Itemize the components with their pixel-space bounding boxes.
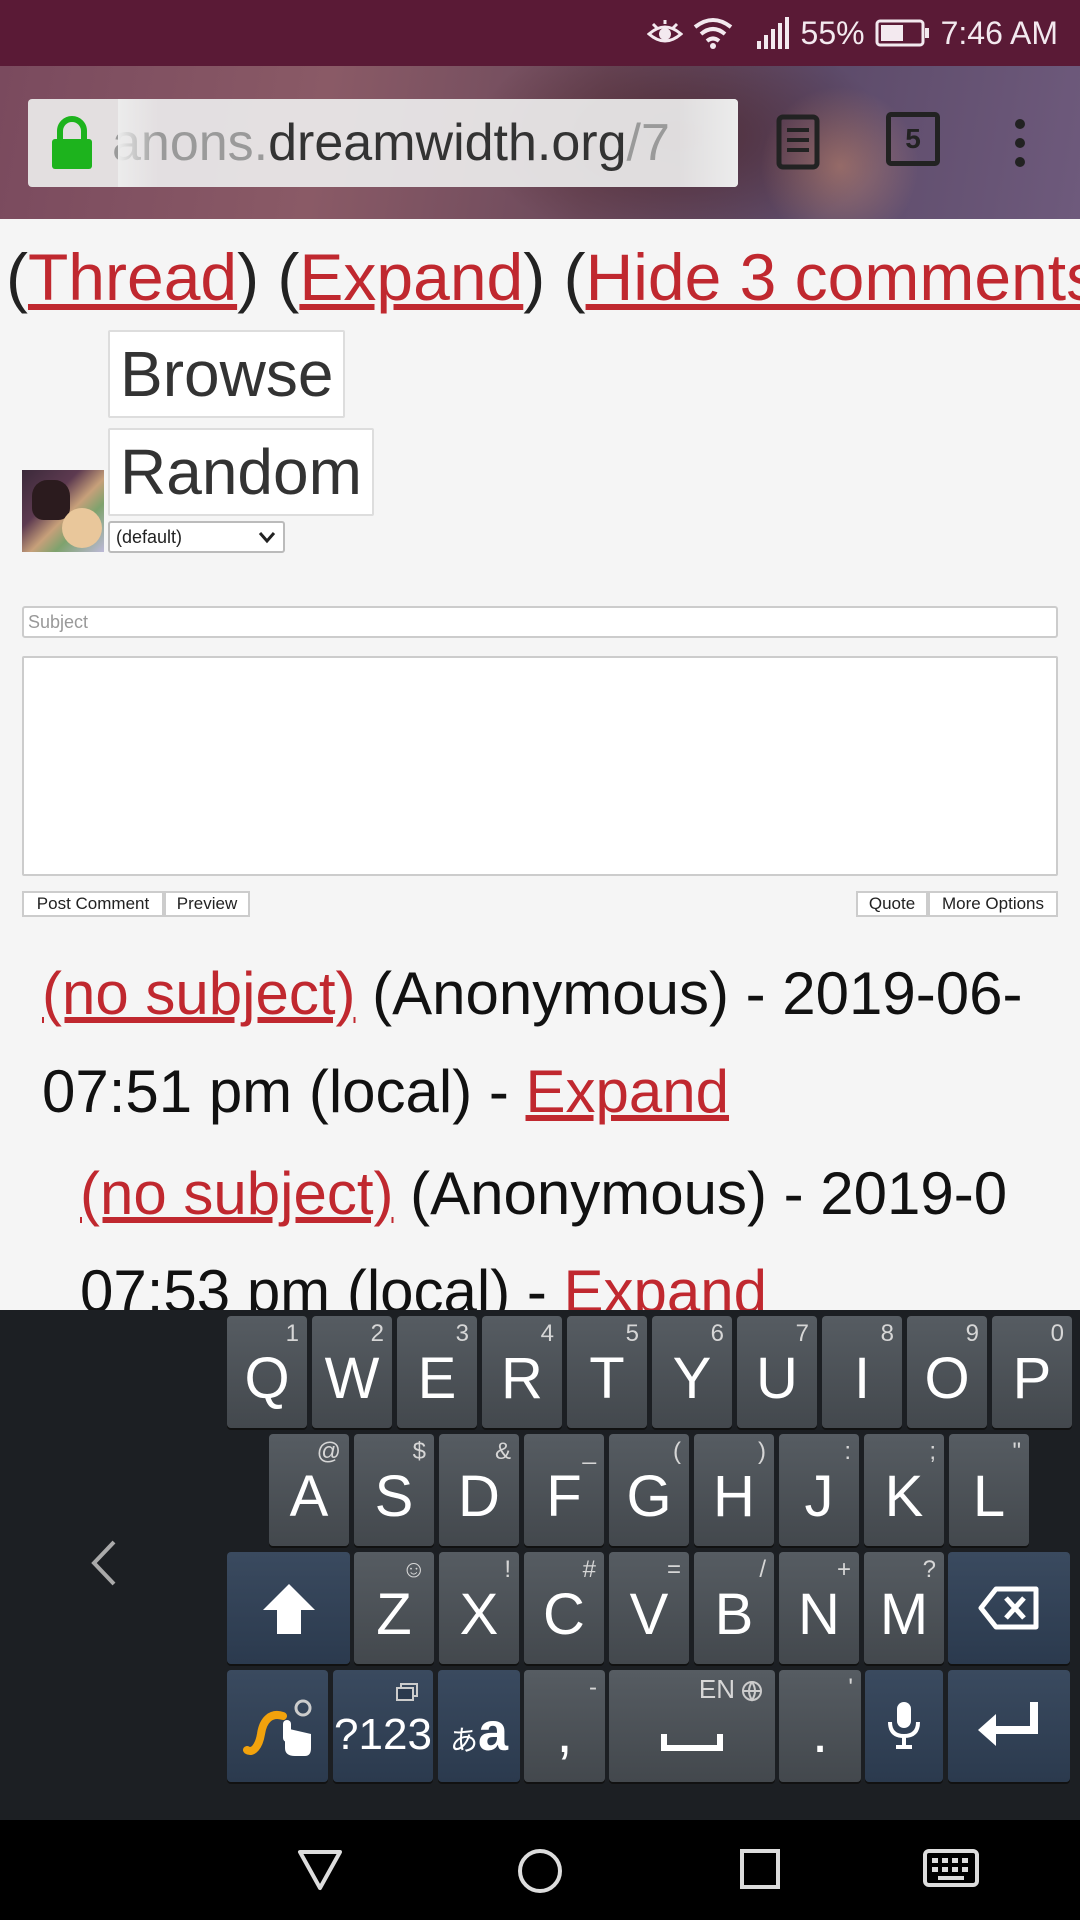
key-a[interactable]: @ A: [269, 1434, 349, 1546]
key-e[interactable]: 3E: [397, 1316, 477, 1428]
space-bar-icon: [661, 1734, 723, 1751]
keyboard: 1Q2W3E4R5T6Y7U8I9O0P @ A $ S & D _ F(G) H: J; K " L …: [0, 1310, 1080, 1820]
status-bar: 55% 7:46 AM: [0, 0, 1080, 66]
reader-mode-icon[interactable]: [776, 114, 820, 170]
comment-header: (no subject) (Anonymous) - 2019-06-: [42, 960, 1023, 1027]
clock: 7:46 AM: [940, 14, 1058, 51]
battery-percent: 55%: [800, 14, 865, 51]
key-z[interactable]: ☺ Z: [354, 1552, 434, 1664]
swype-key[interactable]: [227, 1670, 328, 1782]
symbols-key[interactable]: ?123: [333, 1670, 433, 1782]
comment-time: 07:53 pm (local) - Expand: [80, 1257, 767, 1310]
language-key[interactable]: あa: [438, 1670, 520, 1782]
key-u[interactable]: 7U: [737, 1316, 817, 1428]
keyboard-toggle-icon[interactable]: [922, 1848, 980, 1888]
key-o[interactable]: 9O: [907, 1316, 987, 1428]
back-icon[interactable]: [296, 1848, 344, 1892]
key-m[interactable]: ? M: [864, 1552, 944, 1664]
key-q[interactable]: 1Q: [227, 1316, 307, 1428]
home-icon[interactable]: [517, 1848, 563, 1894]
key-j[interactable]: :J: [779, 1434, 859, 1546]
comment-expand-link[interactable]: Expand: [564, 1258, 768, 1310]
key-d[interactable]: & D: [439, 1434, 519, 1546]
enter-key[interactable]: [948, 1670, 1070, 1782]
comment-subject-link[interactable]: (no subject): [42, 960, 355, 1027]
backspace-key[interactable]: [948, 1552, 1070, 1664]
key-l[interactable]: " L: [949, 1434, 1029, 1546]
key-g[interactable]: (G: [609, 1434, 689, 1546]
thread-link[interactable]: Thread: [28, 240, 237, 314]
random-button[interactable]: Random: [108, 428, 374, 516]
preview-button[interactable]: Preview: [164, 891, 250, 917]
eye-comfort-icon: [646, 20, 683, 43]
recent-apps-icon[interactable]: [739, 1848, 781, 1890]
comment-expand-link[interactable]: Expand: [526, 1058, 730, 1125]
shift-icon: [263, 1584, 315, 1634]
key-n[interactable]: + N: [779, 1552, 859, 1664]
url-bar[interactable]: anons.dreamwidth.org/7: [28, 99, 738, 187]
swype-icon: [243, 1699, 312, 1756]
key-s[interactable]: $ S: [354, 1434, 434, 1546]
key-f[interactable]: _ F: [524, 1434, 604, 1546]
microphone-icon: [888, 1702, 920, 1749]
key-i[interactable]: 8I: [822, 1316, 902, 1428]
clipboard-icon: [396, 1683, 418, 1701]
quote-button[interactable]: Quote: [856, 891, 928, 917]
browse-button[interactable]: Browse: [108, 330, 346, 418]
comment-header: (no subject) (Anonymous) - 2019-0: [80, 1160, 1008, 1227]
key-t[interactable]: 5T: [567, 1316, 647, 1428]
chevron-down-icon: [258, 532, 276, 544]
tabs-button[interactable]: 5: [886, 112, 940, 166]
key-b[interactable]: / B: [694, 1552, 774, 1664]
avatar: [22, 470, 104, 552]
lock-icon: [50, 115, 94, 171]
wifi-icon: [693, 18, 732, 49]
comma-key[interactable]: - ,: [524, 1670, 605, 1782]
signal-icon: [756, 17, 789, 49]
enter-icon: [978, 1702, 1038, 1746]
hide-comments-link[interactable]: Hide 3 comments: [586, 240, 1080, 314]
screen: 55% 7:46 AM anons.dreamwidth.org/7 5 (Th…: [0, 0, 1080, 1920]
comment-textarea[interactable]: [22, 656, 1058, 876]
key-r[interactable]: 4R: [482, 1316, 562, 1428]
key-k[interactable]: ; K: [864, 1434, 944, 1546]
comment-time: 07:51 pm (local) - Expand: [42, 1058, 730, 1125]
battery-icon: [875, 19, 929, 47]
key-p[interactable]: 0P: [992, 1316, 1072, 1428]
url-text: anons.dreamwidth.org/7: [112, 114, 670, 172]
period-key[interactable]: ' .: [779, 1670, 861, 1782]
more-options-button[interactable]: More Options: [928, 891, 1058, 917]
overflow-menu-icon[interactable]: [1010, 118, 1030, 168]
backspace-icon: [978, 1586, 1039, 1630]
voice-input-key[interactable]: [865, 1670, 943, 1782]
shift-key[interactable]: [227, 1552, 350, 1664]
thread-links: (Thread) (Expand) (Hide 3 comments: [6, 239, 1080, 315]
space-key[interactable]: EN: [609, 1670, 775, 1782]
post-comment-button[interactable]: Post Comment: [22, 891, 164, 917]
key-v[interactable]: = V: [609, 1552, 689, 1664]
comment-subject-link[interactable]: (no subject): [80, 1160, 393, 1227]
expand-link[interactable]: Expand: [299, 240, 523, 314]
globe-icon: [742, 1681, 762, 1702]
icon-select[interactable]: (default): [108, 521, 285, 553]
key-w[interactable]: 2W: [312, 1316, 392, 1428]
chevron-left-icon[interactable]: [88, 1538, 118, 1588]
key-x[interactable]: ! X: [439, 1552, 519, 1664]
key-c[interactable]: # C: [524, 1552, 604, 1664]
key-y[interactable]: 6Y: [652, 1316, 732, 1428]
browser-toolbar: anons.dreamwidth.org/7 5: [0, 66, 1080, 219]
key-h[interactable]: ) H: [694, 1434, 774, 1546]
navigation-bar: [0, 1820, 1080, 1920]
page-content: (Thread) (Expand) (Hide 3 comments Brows…: [0, 219, 1080, 1310]
subject-input[interactable]: Subject: [22, 606, 1058, 638]
